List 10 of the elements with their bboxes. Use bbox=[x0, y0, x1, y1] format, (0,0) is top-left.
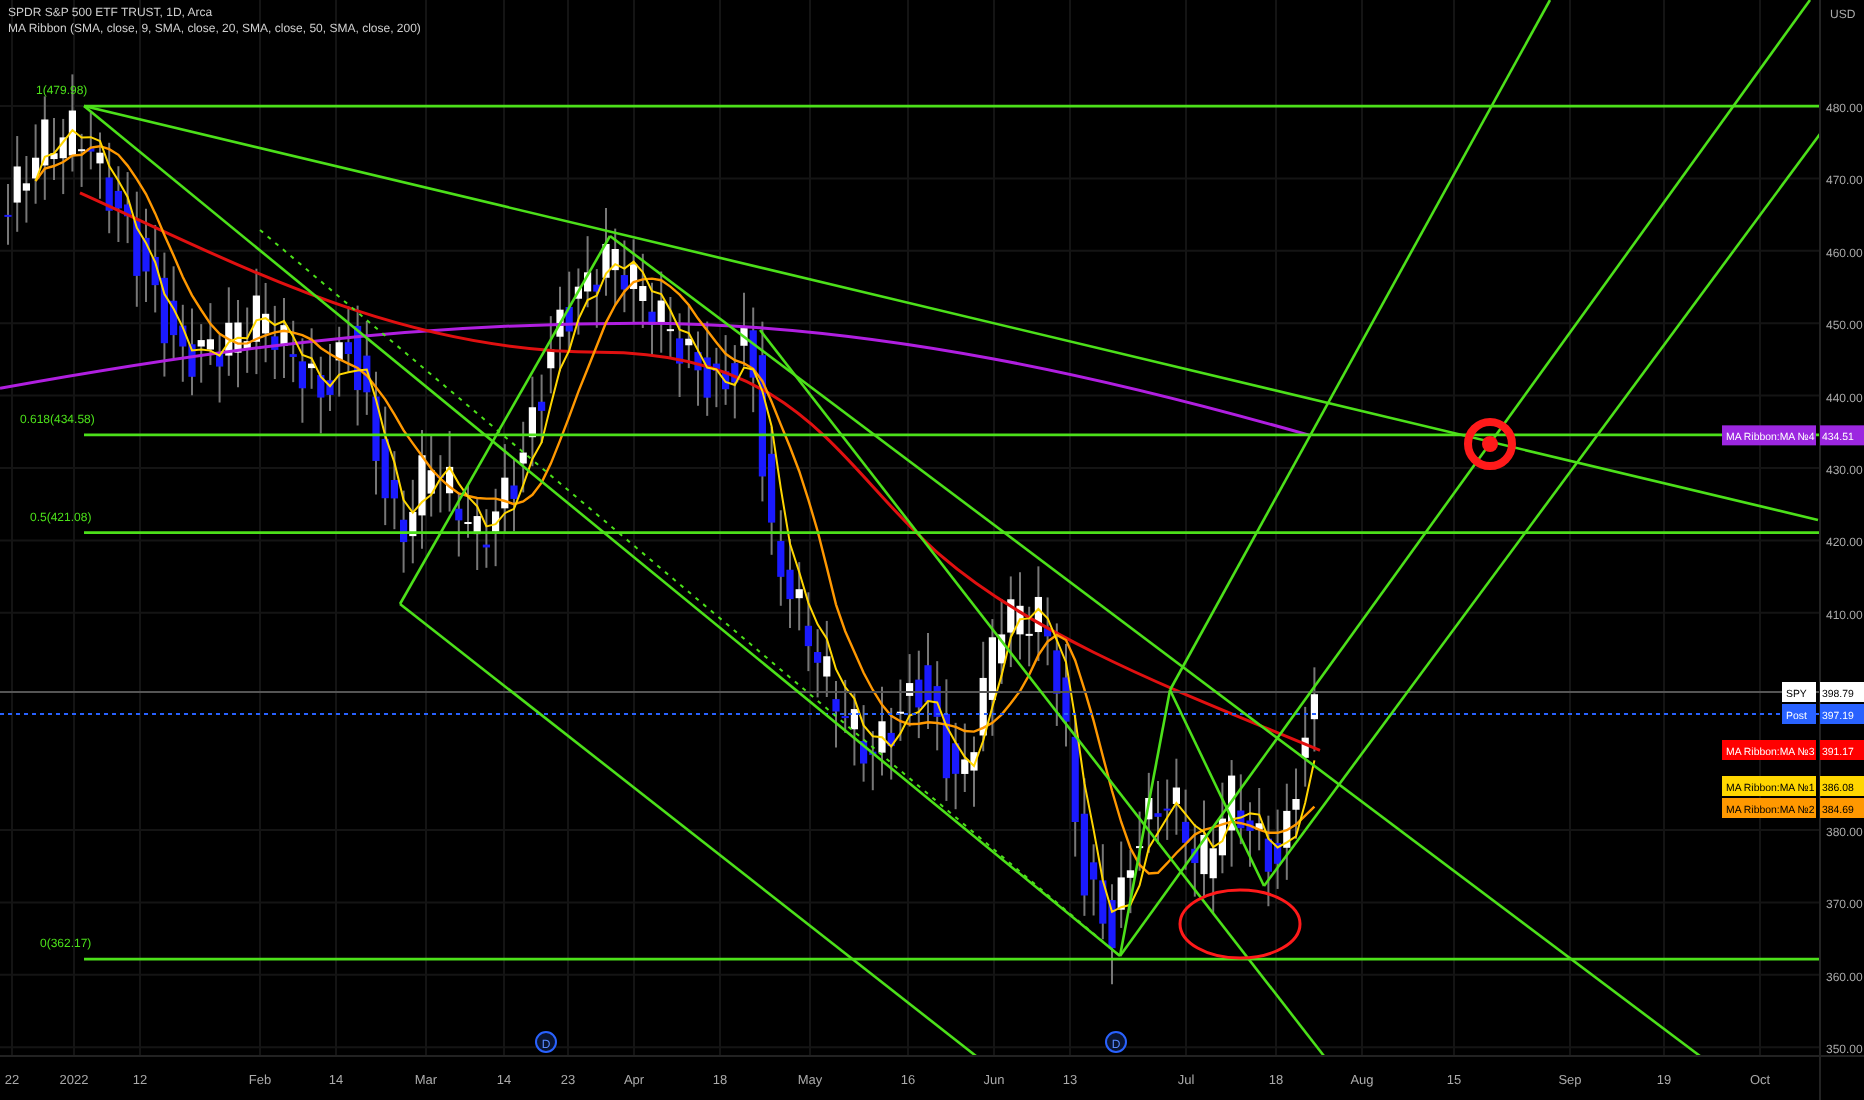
price-tag-value bbox=[1820, 704, 1864, 724]
price-tag-value bbox=[1820, 682, 1864, 702]
price-tag-value bbox=[1820, 776, 1864, 796]
dividend-marker[interactable] bbox=[1105, 1031, 1127, 1053]
target-circle-icon bbox=[1464, 418, 1516, 470]
price-tag-value bbox=[1820, 740, 1864, 760]
highlight-ellipse bbox=[1178, 888, 1302, 960]
price-tag-value bbox=[1820, 798, 1864, 818]
price-tag-value bbox=[1820, 425, 1864, 446]
dividend-marker[interactable] bbox=[535, 1031, 557, 1053]
